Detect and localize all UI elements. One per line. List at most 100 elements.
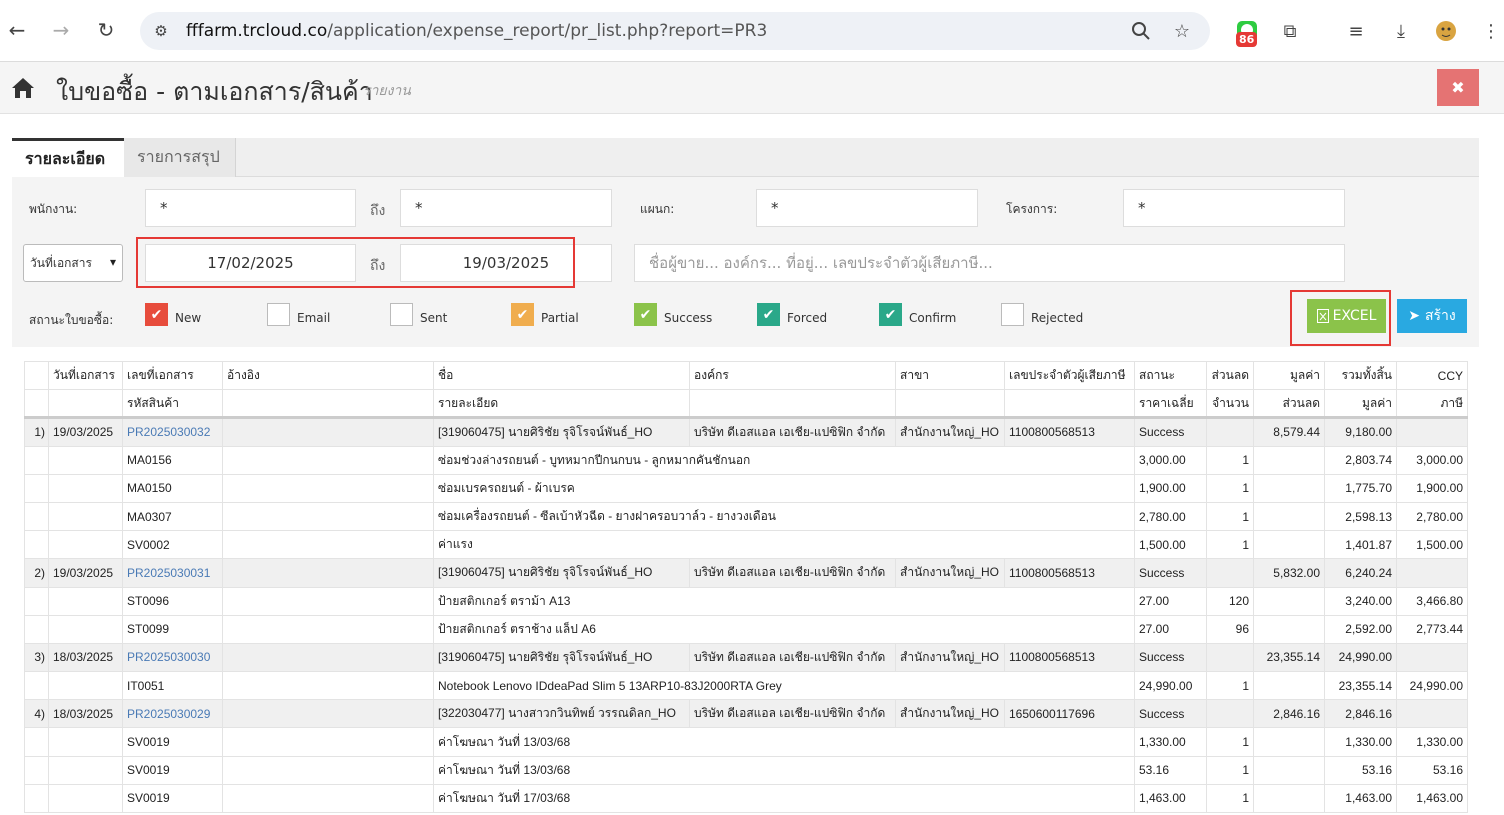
- download-icon[interactable]: ⤓: [1389, 19, 1413, 43]
- table-cell: [1253, 783, 1325, 814]
- table-cell: [24, 671, 49, 701]
- column-header: สาขา: [895, 360, 1005, 391]
- table-cell: [48, 755, 123, 785]
- project-input[interactable]: *: [1123, 189, 1345, 227]
- table-cell: 2,592.00: [1324, 614, 1397, 644]
- table-cell: 1,463.00: [1396, 783, 1468, 814]
- profile-avatar-icon[interactable]: [1434, 19, 1458, 43]
- table-cell: [319060475] นายศิริชัย รุจิโรจน์พันธ์_HO: [433, 642, 690, 673]
- table-cell: [222, 614, 434, 644]
- create-label: สร้าง: [1424, 308, 1456, 324]
- table-cell: 1100800568513: [1004, 558, 1135, 588]
- status-checkbox-sent[interactable]: [390, 303, 413, 326]
- table-cell: SV0019: [122, 755, 223, 785]
- column-header: จำนวน: [1206, 389, 1254, 420]
- table-cell: Success: [1134, 558, 1207, 588]
- home-icon[interactable]: [10, 75, 36, 101]
- table-cell: 24,990.00: [1134, 671, 1207, 701]
- extensions-puzzle-icon[interactable]: ⧉: [1278, 19, 1302, 43]
- tab-details[interactable]: รายละเอียด: [12, 138, 124, 177]
- table-cell: [1253, 473, 1325, 503]
- table-cell: บริษัท ดีเอสแอล เอเชีย-แปซิฟิก จำกัด: [689, 642, 896, 673]
- table-cell: [222, 586, 434, 616]
- item-row: SV0019 ค่าโฆษณา วันที่ 13/03/68 53.16 1 53.1…: [24, 755, 1468, 785]
- table-cell: IT0051: [122, 671, 223, 701]
- table-cell: [222, 755, 434, 785]
- table-cell: 23,355.14: [1324, 671, 1397, 701]
- status-checkbox-partial[interactable]: ✔: [511, 303, 534, 326]
- site-settings-icon[interactable]: ⚙: [150, 20, 172, 42]
- column-header: รวมทั้งสิ้น: [1324, 360, 1397, 391]
- department-label: แผนก:: [640, 202, 675, 216]
- department-input[interactable]: *: [756, 189, 978, 227]
- status-label-rejected: Rejected: [1031, 311, 1084, 325]
- employee-from-input[interactable]: *: [145, 189, 356, 227]
- column-header: [895, 389, 1005, 420]
- status-checkbox-forced[interactable]: ✔: [757, 303, 780, 326]
- project-label: โครงการ:: [1006, 202, 1058, 216]
- reload-icon[interactable]: ↻: [92, 16, 120, 44]
- item-row: IT0051 Notebook Lenovo IDdeaPad Slim 5 13…: [24, 671, 1468, 701]
- document-link[interactable]: PR2025030031: [127, 566, 210, 580]
- item-row: MA0307 ซ่อมเครื่องรถยนต์ - ซีลเบ้าหัวฉีด …: [24, 501, 1468, 532]
- status-checkbox-email[interactable]: [267, 303, 290, 326]
- table-cell: [48, 445, 123, 475]
- browser-menu-icon[interactable]: ⋮: [1479, 19, 1503, 43]
- search-input[interactable]: ชื่อผู้ขาย... องค์กร... ที่อยู่... เลขปร…: [634, 244, 1345, 282]
- status-checkbox-new[interactable]: ✔: [145, 303, 168, 326]
- item-row: SV0019 ค่าโฆษณา วันที่ 13/03/68 1,330.00 1 1…: [24, 727, 1468, 757]
- date-type-select[interactable]: วันที่เอกสาร ▾: [23, 244, 123, 282]
- table-cell: [1206, 417, 1254, 447]
- column-header: วันที่เอกสาร: [48, 360, 123, 391]
- table-cell: [319060475] นายศิริชัย รุจิโรจน์พันธ์_HO: [433, 558, 690, 588]
- table-cell: 1,330.00: [1396, 727, 1468, 757]
- create-button[interactable]: ➤ สร้าง: [1397, 299, 1467, 333]
- table-cell: บริษัท ดีเอสแอล เอเชีย-แปซิฟิก จำกัด: [689, 699, 896, 729]
- table-cell: PR2025030031: [122, 558, 223, 588]
- document-link[interactable]: PR2025030029: [127, 707, 210, 721]
- column-header: [24, 360, 49, 391]
- employee-to-input[interactable]: *: [400, 189, 612, 227]
- table-cell: 1: [1206, 501, 1254, 532]
- address-bar[interactable]: fffarm.trcloud.co/application/expense_re…: [140, 12, 1210, 50]
- bookmark-star-icon[interactable]: ☆: [1170, 19, 1194, 43]
- table-cell: [48, 473, 123, 503]
- forward-arrow-icon[interactable]: →: [47, 16, 75, 44]
- table-cell: [1253, 671, 1325, 701]
- to-label: ถึง: [370, 203, 386, 219]
- table-cell: 1): [24, 417, 49, 447]
- table-cell: 4): [24, 699, 49, 729]
- column-header: [222, 389, 434, 420]
- table-cell: 1650600117696: [1004, 699, 1135, 729]
- table-cell: [222, 783, 434, 814]
- browser-toolbar: ← → ↻ fffarm.trcloud.co/application/expe…: [0, 0, 1504, 62]
- table-cell: [24, 614, 49, 644]
- column-header: รหัสสินค้า: [122, 389, 223, 420]
- table-cell: [24, 501, 49, 532]
- table-cell: [1206, 699, 1254, 729]
- media-control-icon[interactable]: ≡: [1344, 19, 1368, 43]
- table-cell: [319060475] นายศิริชัย รุจิโรจน์พันธ์_HO: [433, 417, 690, 447]
- document-link[interactable]: PR2025030030: [127, 650, 210, 664]
- zoom-icon[interactable]: [1129, 19, 1153, 43]
- table-cell: สำนักงานใหญ่_HO: [895, 699, 1005, 729]
- tab-summary[interactable]: รายการสรุป: [124, 138, 236, 177]
- document-row: 4) 18/03/2025 PR2025030029 [322030477] นางส…: [24, 699, 1468, 729]
- document-link[interactable]: PR2025030032: [127, 425, 210, 439]
- page-title: ใบขอซื้อ - ตามเอกสาร/สินค้า: [56, 77, 373, 106]
- status-checkbox-rejected[interactable]: [1001, 303, 1024, 326]
- table-cell: ST0099: [122, 614, 223, 644]
- status-checkbox-confirm[interactable]: ✔: [879, 303, 902, 326]
- status-checkbox-success[interactable]: ✔: [634, 303, 657, 326]
- table-cell: MA0150: [122, 473, 223, 503]
- table-cell: Success: [1134, 417, 1207, 447]
- table-cell: SV0019: [122, 727, 223, 757]
- table-cell: [48, 501, 123, 532]
- back-arrow-icon[interactable]: ←: [3, 16, 31, 44]
- table-cell: ป้ายสติกเกอร์ ตราม้า A13: [433, 586, 1135, 616]
- table-cell: SV0002: [122, 530, 223, 560]
- close-button[interactable]: ✖: [1437, 69, 1479, 106]
- table-cell: 2,803.74: [1324, 445, 1397, 475]
- status-label-confirm: Confirm: [909, 311, 957, 325]
- column-header: [48, 389, 123, 420]
